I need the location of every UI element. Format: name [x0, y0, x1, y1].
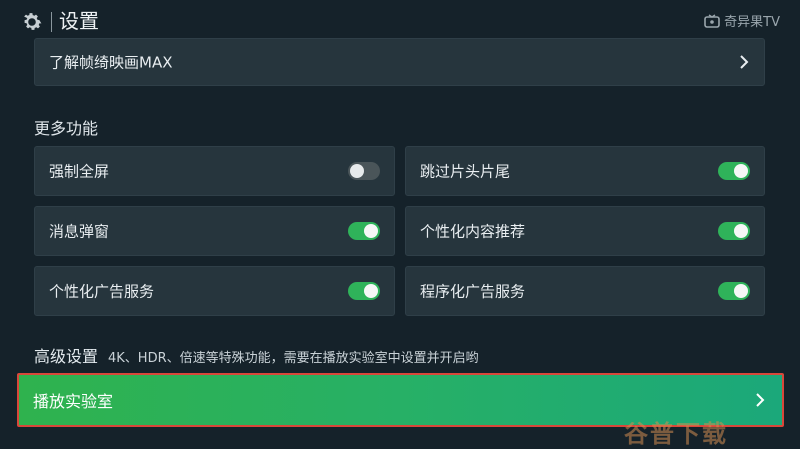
chevron-right-icon — [740, 55, 749, 69]
toggle-switch[interactable] — [348, 282, 380, 300]
watermark: 谷普下载 — [624, 420, 728, 448]
toggle-switch[interactable] — [718, 282, 750, 300]
setting-message-popup[interactable]: 消息弹窗 — [34, 206, 395, 256]
setting-force-fullscreen[interactable]: 强制全屏 — [34, 146, 395, 196]
toggle-knob — [734, 224, 748, 238]
section-title-advanced: 高级设置 — [34, 347, 99, 366]
section-title-more-features: 更多功能 — [34, 119, 99, 138]
setting-label: 个性化广告服务 — [49, 282, 155, 301]
toggle-knob — [734, 164, 748, 178]
header-divider — [51, 12, 52, 32]
toggle-knob — [350, 164, 364, 178]
header: 设置 奇异果TV — [0, 0, 800, 40]
toggle-knob — [364, 284, 378, 298]
menu-item-label: 了解帧绮映画MAX — [49, 53, 173, 72]
setting-programmatic-ads[interactable]: 程序化广告服务 — [405, 266, 765, 316]
toggle-knob — [734, 284, 748, 298]
brand-logo: 奇异果TV — [704, 11, 780, 30]
tv-icon — [704, 13, 720, 28]
setting-label: 跳过片头片尾 — [420, 162, 511, 181]
setting-personalized-content[interactable]: 个性化内容推荐 — [405, 206, 765, 256]
chevron-right-icon — [756, 393, 765, 407]
gear-icon — [24, 13, 42, 30]
setting-label: 个性化内容推荐 — [420, 222, 526, 241]
toggle-switch[interactable] — [718, 162, 750, 180]
toggle-switch[interactable] — [348, 162, 380, 180]
menu-item-imax[interactable]: 了解帧绮映画MAX — [34, 38, 765, 86]
toggle-switch[interactable] — [348, 222, 380, 240]
setting-label: 消息弹窗 — [49, 222, 110, 241]
brand-name: 奇异果TV — [724, 15, 780, 30]
advanced-settings-header: 高级设置 4K、HDR、倍速等特殊功能，需要在播放实验室中设置并开启哟 — [34, 343, 479, 367]
setting-label: 强制全屏 — [49, 162, 110, 181]
setting-label: 程序化广告服务 — [420, 282, 526, 301]
toggle-knob — [364, 224, 378, 238]
page-title: 设置 — [59, 9, 99, 33]
playback-lab-label: 播放实验室 — [33, 392, 114, 411]
setting-personalized-ads[interactable]: 个性化广告服务 — [34, 266, 395, 316]
advanced-description: 4K、HDR、倍速等特殊功能，需要在播放实验室中设置并开启哟 — [108, 351, 479, 366]
toggle-switch[interactable] — [718, 222, 750, 240]
setting-skip-intro-outro[interactable]: 跳过片头片尾 — [405, 146, 765, 196]
